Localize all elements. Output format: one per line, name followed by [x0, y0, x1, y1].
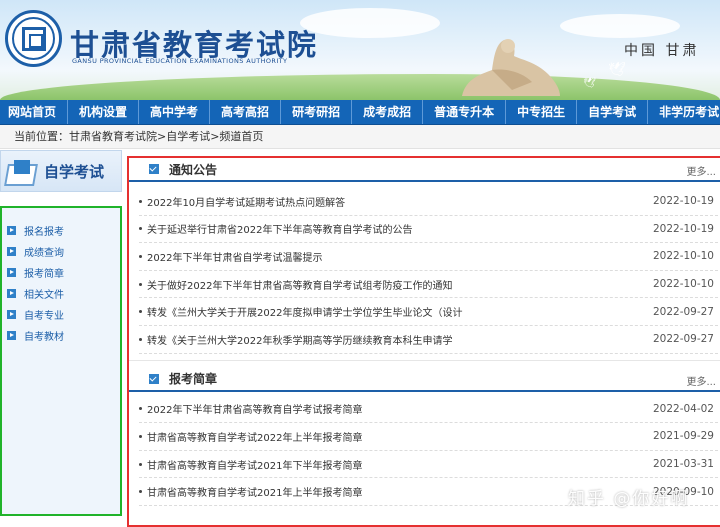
site-banner: 甘肃省教育考试院 GANSU PROVINCIAL EDUCATION EXAM…: [0, 0, 720, 100]
list-item-date: 2022-10-10: [652, 250, 714, 263]
main-nav: 网站首页 机构设置 高中学考 高考高招 研考研招 成考成招 普通专升本 中专招生 自学考试 非学历…: [0, 100, 720, 125]
guides-title: 报考简章: [169, 372, 218, 387]
list-item-title[interactable]: 甘肃省高等教育自学考试2022年上半年报考简章: [147, 429, 638, 444]
sidebar-item-label: 自考教材: [24, 332, 64, 343]
nav-item[interactable]: 机构设置: [68, 100, 140, 124]
list-item[interactable]: 甘肃省高等教育自学考试2021年下半年报考简章 2021-03-31: [139, 451, 718, 479]
arrow-right-icon: [7, 226, 16, 235]
book-icon: [6, 160, 36, 182]
bullet-icon: [139, 407, 142, 411]
list-item-date: 2022-04-02: [652, 402, 714, 415]
bullet-icon: [139, 282, 142, 286]
nav-item[interactable]: 网站首页: [0, 100, 69, 124]
nav-item[interactable]: 高中学考: [139, 100, 211, 124]
bullet-icon: [139, 462, 142, 466]
checkbox-icon: [149, 164, 159, 174]
list-item-date: 2022-10-19: [652, 195, 714, 208]
bullet-icon: [139, 227, 142, 231]
notices-header: 通知公告 更多...: [129, 158, 720, 182]
guides-more-link[interactable]: 更多...: [686, 373, 716, 388]
list-item[interactable]: 转发《关于兰州大学2022年秋季学期高等学历继续教育本科生申请学 2022-09-…: [139, 326, 718, 354]
sidebar-header: 自学考试: [0, 150, 122, 192]
site-subtitle: GANSU PROVINCIAL EDUCATION EXAMINATIONS …: [72, 57, 288, 65]
arrow-right-icon: [7, 310, 16, 319]
sidebar: 自学考试 报名报考成绩查询报考简章相关文件自考专业自考教材: [0, 150, 122, 516]
sidebar-item-label: 相关文件: [24, 290, 64, 301]
bullet-icon: [139, 254, 142, 258]
list-item-title[interactable]: 甘肃省高等教育自学考试2021年上半年报考简章: [147, 484, 638, 499]
sidebar-item-label: 自考专业: [24, 311, 64, 322]
checkbox-icon: [149, 373, 159, 384]
site-logo[interactable]: [5, 10, 62, 67]
list-item[interactable]: 转发《兰州大学关于开展2022年度拟申请学士学位学生毕业论文（设计 2022-09…: [139, 298, 718, 326]
arrow-right-icon: [7, 268, 16, 277]
statue-illustration: [462, 39, 560, 96]
list-item-title[interactable]: 2022年下半年甘肃省高等教育自学考试报考简章: [147, 401, 638, 416]
list-item-date: 2021-03-31: [652, 458, 714, 471]
nav-item[interactable]: 中专招生: [506, 100, 578, 124]
bullet-icon: [139, 310, 142, 314]
list-item[interactable]: 2022年下半年甘肃省高等教育自学考试报考简章 2022-04-02: [139, 396, 718, 424]
list-item-title[interactable]: 关于延迟举行甘肃省2022年下半年高等教育自学考试的公告: [147, 221, 638, 236]
content-panel: 通知公告 更多... 2022年10月自学考试延期考试热点问题解答 2022-10…: [127, 156, 720, 527]
sidebar-item[interactable]: 报考简章: [2, 262, 120, 283]
list-item-date: 2022-09-27: [652, 305, 714, 318]
dove-icon: 🕊: [583, 78, 596, 89]
list-item-date: 2022-10-19: [652, 222, 714, 235]
notices-list: 2022年10月自学考试延期考试热点问题解答 2022-10-19 关于延迟举行甘肃…: [129, 182, 720, 354]
list-item-title[interactable]: 关于做好2022年下半年甘肃省高等教育自学考试组考防疫工作的通知: [147, 277, 638, 292]
breadcrumb: 当前位置：甘肃省教育考试院>自学考试>频道首页: [0, 125, 720, 149]
guides-header: 报考简章 更多...: [129, 368, 720, 392]
nav-item[interactable]: 普通专升本: [423, 100, 507, 124]
sidebar-item[interactable]: 相关文件: [2, 283, 120, 304]
nav-item[interactable]: 非学历考试: [648, 100, 720, 124]
bullet-icon: [139, 199, 142, 203]
sidebar-menu: 报名报考成绩查询报考简章相关文件自考专业自考教材: [0, 206, 122, 516]
sidebar-item-label: 成绩查询: [24, 248, 64, 259]
sidebar-item[interactable]: 自考专业: [2, 304, 120, 325]
sidebar-item-label: 报名报考: [24, 227, 64, 238]
sidebar-item-label: 报考简章: [24, 269, 64, 280]
list-item-date: 2022-10-10: [652, 278, 714, 291]
nav-item[interactable]: 成考成招: [352, 100, 424, 124]
list-item[interactable]: 2022年10月自学考试延期考试热点问题解答 2022-10-19: [139, 188, 718, 216]
notices-title: 通知公告: [169, 162, 218, 177]
watermark: 知乎 @你好啊: [568, 489, 690, 509]
list-item-date: 2021-09-29: [652, 430, 714, 443]
region-label: 中国 甘肃: [624, 43, 700, 59]
list-item-title[interactable]: 2022年10月自学考试延期考试热点问题解答: [147, 194, 638, 209]
list-item[interactable]: 2022年下半年甘肃省自学考试温馨提示 2022-10-10: [139, 243, 718, 271]
sidebar-item[interactable]: 报名报考: [2, 220, 120, 241]
bullet-icon: [139, 434, 142, 438]
list-item[interactable]: 关于延迟举行甘肃省2022年下半年高等教育自学考试的公告 2022-10-19: [139, 216, 718, 244]
nav-item[interactable]: 研考研招: [281, 100, 353, 124]
arrow-right-icon: [7, 247, 16, 256]
list-item-title[interactable]: 转发《兰州大学关于开展2022年度拟申请学士学位学生毕业论文（设计: [147, 304, 638, 319]
sidebar-item[interactable]: 成绩查询: [2, 241, 120, 262]
bullet-icon: [139, 337, 142, 341]
notices-more-link[interactable]: 更多...: [686, 163, 716, 178]
list-item-title[interactable]: 2022年下半年甘肃省自学考试温馨提示: [147, 249, 638, 264]
sidebar-item[interactable]: 自考教材: [2, 325, 120, 346]
list-item-title[interactable]: 甘肃省高等教育自学考试2021年下半年报考简章: [147, 457, 638, 472]
sidebar-title: 自学考试: [44, 162, 105, 181]
list-item-date: 2022-09-27: [652, 333, 714, 346]
nav-item[interactable]: 自学考试: [577, 100, 649, 124]
list-item[interactable]: 关于做好2022年下半年甘肃省高等教育自学考试组考防疫工作的通知 2022-10-…: [139, 271, 718, 299]
arrow-right-icon: [7, 331, 16, 340]
bullet-icon: [139, 490, 142, 494]
arrow-right-icon: [7, 289, 16, 298]
list-item-title[interactable]: 转发《关于兰州大学2022年秋季学期高等学历继续教育本科生申请学: [147, 332, 638, 347]
dove-icon: 🕊: [608, 62, 626, 78]
list-item[interactable]: 甘肃省高等教育自学考试2022年上半年报考简章 2021-09-29: [139, 423, 718, 451]
nav-item[interactable]: 高考高招: [210, 100, 282, 124]
